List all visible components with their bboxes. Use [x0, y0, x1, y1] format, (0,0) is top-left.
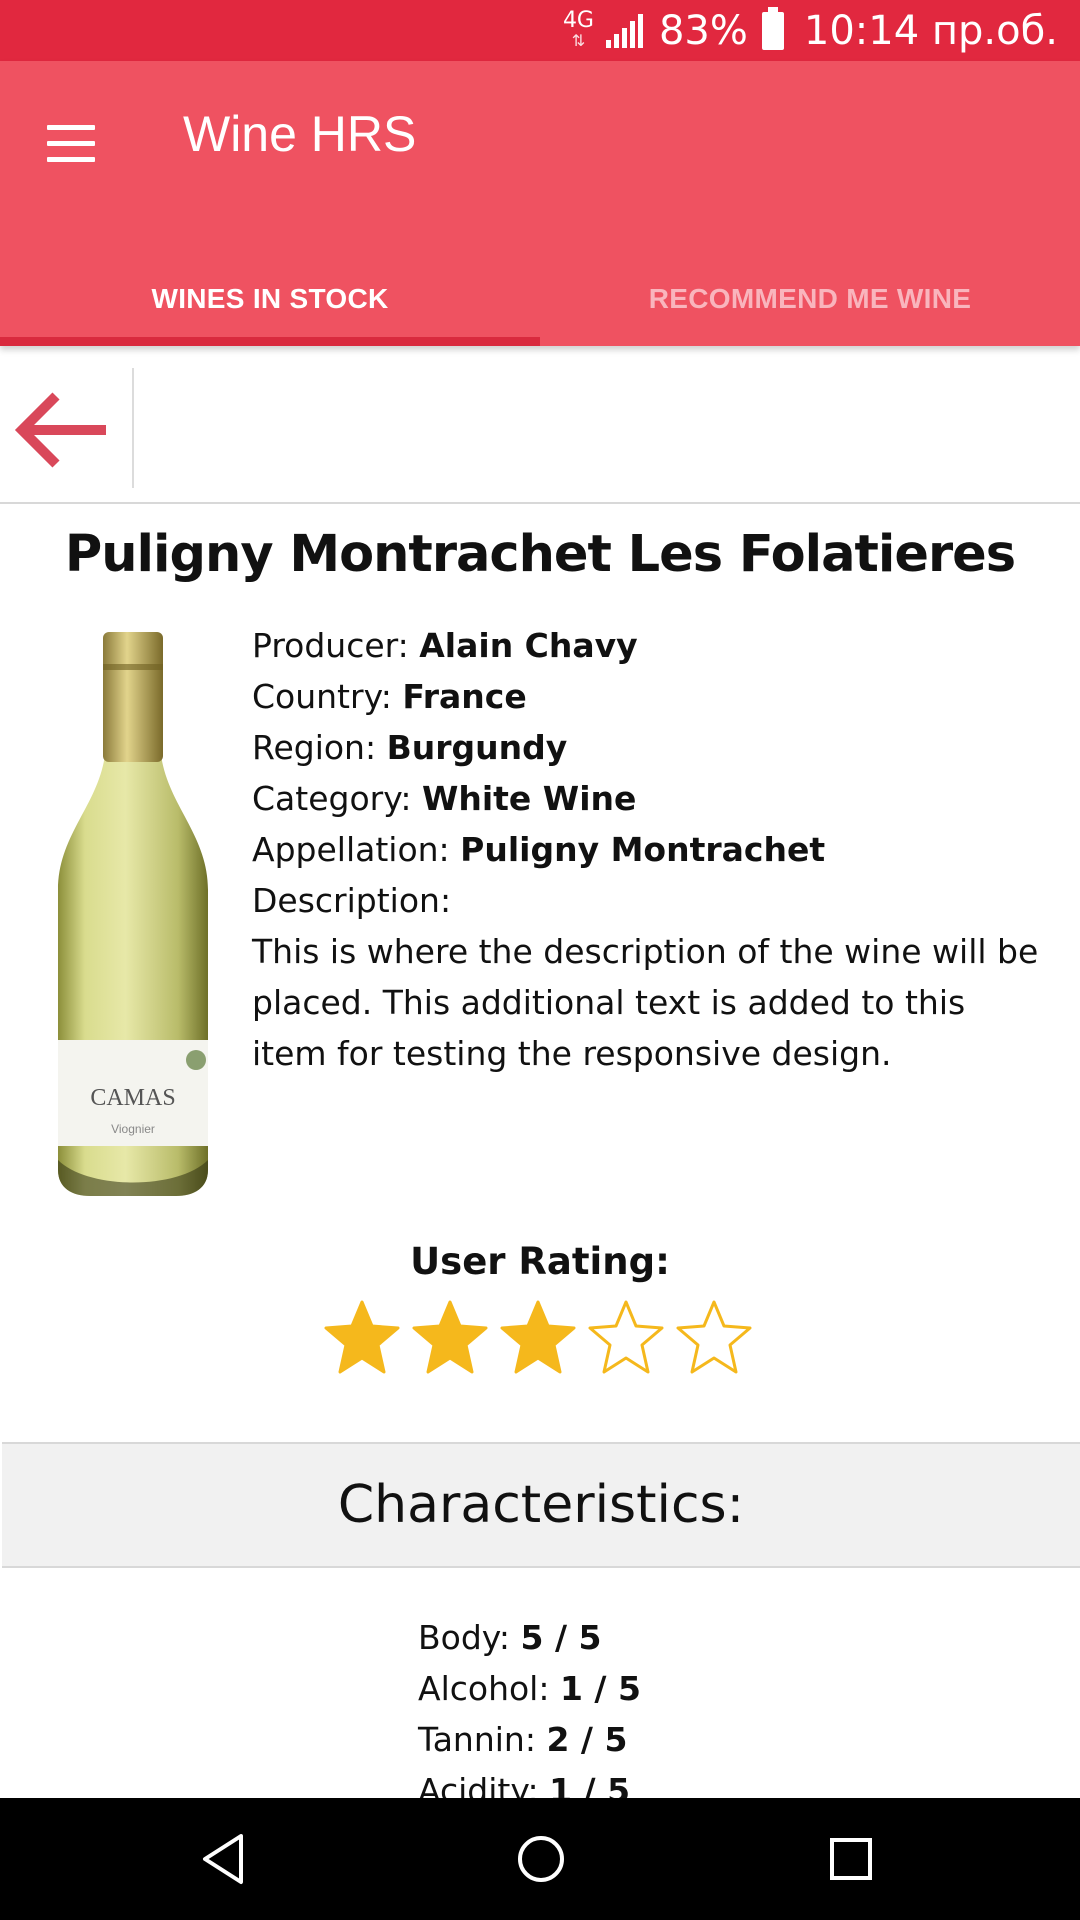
star-empty-icon[interactable] [674, 1298, 754, 1378]
star-rating[interactable] [322, 1298, 762, 1382]
user-rating-label: User Rating: [410, 1240, 670, 1283]
tannin-row: Tannin: 2 / 5 [418, 1720, 628, 1759]
alcohol-value: 1 / 5 [559, 1669, 641, 1708]
data-arrows-icon: ⇅ [571, 30, 586, 50]
triangle-back-icon[interactable] [191, 1826, 257, 1892]
svg-text:Viognier: Viognier [111, 1122, 155, 1136]
category-value: White Wine [421, 779, 637, 818]
category-row: Category: White Wine [252, 779, 637, 818]
clock: 10:14 пр.об. [803, 7, 1058, 54]
body-row: Body: 5 / 5 [418, 1618, 602, 1657]
status-bar: 4G ⇅ 83% 10:14 пр.об. [0, 0, 1080, 61]
app-bar: Wine HRS WINES IN STOCK RECOMMEND ME WIN… [0, 61, 1080, 346]
arrow-left-icon[interactable] [14, 388, 110, 472]
status-icons: 4G ⇅ 83% 10:14 пр.об. [563, 0, 1058, 61]
body-value: 5 / 5 [520, 1618, 602, 1657]
characteristics-list: Body: 5 / 5 Alcohol: 1 / 5 Tannin: 2 / 5… [418, 1612, 641, 1816]
characteristics-header: Characteristics: [2, 1442, 1080, 1568]
hamburger-menu-icon[interactable] [40, 115, 102, 171]
battery-percent: 83% [658, 7, 748, 54]
battery-icon [761, 6, 784, 50]
wine-bottle-image: CAMAS Viognier [58, 632, 208, 1196]
square-recents-icon[interactable] [818, 1826, 884, 1892]
tab-bar: WINES IN STOCK RECOMMEND ME WINE [0, 261, 1080, 346]
back-row [0, 346, 1080, 504]
alcohol-row: Alcohol: 1 / 5 [418, 1669, 641, 1708]
app-title: Wine HRS [183, 106, 417, 162]
region-row: Region: Burgundy [252, 728, 568, 767]
system-nav-bar [0, 1798, 1080, 1920]
svg-text:CAMAS: CAMAS [90, 1085, 175, 1111]
star-filled-icon[interactable] [410, 1298, 490, 1378]
region-value: Burgundy [386, 728, 568, 767]
appellation-row: Appellation: Puligny Montrachet [252, 830, 826, 869]
tab-indicator [0, 337, 540, 346]
appellation-value: Puligny Montrachet [460, 830, 826, 869]
tab-wines-in-stock[interactable]: WINES IN STOCK [0, 261, 540, 346]
description-text: This is where the description of the win… [252, 932, 1039, 1073]
producer-row: Producer: Alain Chavy [252, 626, 638, 665]
tab-recommend-me-wine[interactable]: RECOMMEND ME WINE [540, 261, 1080, 346]
star-empty-icon[interactable] [586, 1298, 666, 1378]
star-filled-icon[interactable] [322, 1298, 402, 1378]
wine-name: Puligny Montrachet Les Folatieres [64, 525, 1016, 584]
country-row: Country: France [252, 677, 527, 716]
circle-home-icon[interactable] [508, 1826, 574, 1892]
network-indicator: 4G ⇅ [562, 7, 594, 51]
producer-value: Alain Chavy [419, 626, 638, 665]
description-label: Description: [252, 881, 452, 920]
wine-details: Producer: Alain Chavy Country: France Re… [252, 620, 1042, 1079]
signal-icon [605, 13, 643, 48]
network-type: 4G [562, 7, 594, 33]
divider [132, 368, 134, 488]
tannin-value: 2 / 5 [546, 1720, 628, 1759]
country-value: France [402, 677, 527, 716]
star-filled-icon[interactable] [498, 1298, 578, 1378]
